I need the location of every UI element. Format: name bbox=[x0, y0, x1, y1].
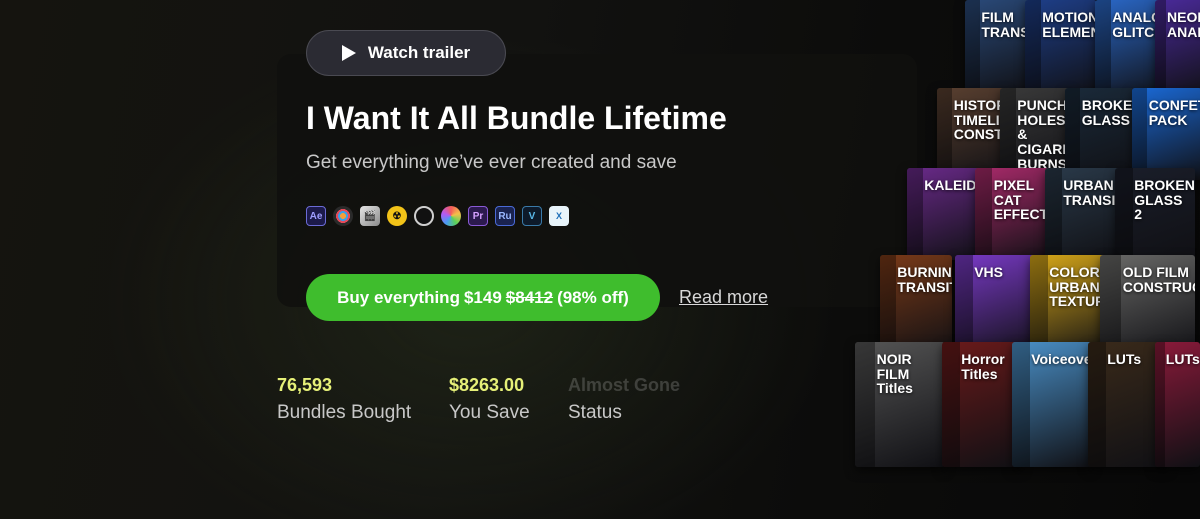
box-title: NEON ANALOG bbox=[1167, 9, 1200, 40]
box-spine bbox=[855, 342, 875, 467]
product-box: LUTs bbox=[1155, 342, 1200, 467]
software-icons: Ae 🎬 ☢ Pr Ru V X bbox=[306, 206, 569, 226]
product-box-stack: FILM TRANSITIONSMOTION ELEMENTSANALOG GL… bbox=[850, 0, 1200, 470]
box-title: PUNCH HOLES & CIGARETTE BURNS bbox=[1017, 97, 1072, 172]
box-spine bbox=[907, 168, 923, 260]
final-cut-pro-icon: 🎬 bbox=[360, 206, 380, 226]
box-title: Voiceover bbox=[1031, 351, 1092, 367]
box-spine bbox=[1095, 0, 1111, 96]
product-box: COLORIZE URBAN TEXTURES bbox=[1030, 255, 1110, 355]
box-spine bbox=[942, 342, 960, 467]
box-title: VHS bbox=[974, 264, 1003, 280]
product-box: BROKEN GLASS 2 bbox=[1115, 168, 1195, 260]
box-title: BROKEN GLASS bbox=[1081, 97, 1135, 128]
box-title: FILM TRANSITIONS bbox=[981, 9, 1033, 40]
product-box: CONFETTI PACK bbox=[1132, 88, 1200, 180]
product-box: PIXEL CAT EFFECTS bbox=[975, 168, 1053, 260]
product-box: Horror Titles bbox=[942, 342, 1022, 467]
page-subtitle: Get everything we’ve ever created and sa… bbox=[306, 152, 677, 173]
stat-bundles-bought: 76,593 Bundles Bought bbox=[277, 375, 411, 424]
box-spine bbox=[1025, 0, 1041, 96]
product-box: OLD FILM CONSTRUCTOR bbox=[1100, 255, 1195, 355]
buy-everything-button[interactable]: Buy everything $149 $8412 (98% off) bbox=[306, 274, 660, 321]
box-spine bbox=[975, 168, 993, 260]
after-effects-icon: Ae bbox=[306, 206, 326, 226]
stat-label: You Save bbox=[449, 402, 530, 423]
box-spine bbox=[1100, 255, 1121, 355]
box-spine bbox=[1000, 88, 1016, 180]
product-box: PUNCH HOLES & CIGARETTE BURNS bbox=[1000, 88, 1072, 180]
xpression-icon: X bbox=[549, 206, 569, 226]
buy-label: Buy everything bbox=[337, 287, 460, 307]
box-title: HISTORY TIMELINE CONSTRUCTOR bbox=[953, 97, 1007, 143]
box-spine bbox=[1065, 88, 1081, 180]
box-title: MOTION ELEMENTS bbox=[1042, 9, 1097, 40]
nuke-icon: ☢ bbox=[387, 206, 407, 226]
box-title: CONFETTI PACK bbox=[1148, 97, 1200, 128]
product-box: HISTORY TIMELINE CONSTRUCTOR bbox=[937, 88, 1007, 180]
stat-label: Bundles Bought bbox=[277, 402, 412, 423]
premiere-pro-icon: Pr bbox=[468, 206, 488, 226]
hero-card bbox=[277, 54, 917, 307]
box-spine bbox=[1012, 342, 1030, 467]
stat-label: Status bbox=[568, 402, 622, 423]
stat-you-save: $8263.00 You Save bbox=[449, 375, 530, 424]
box-spine bbox=[1115, 168, 1133, 260]
box-spine bbox=[1088, 342, 1106, 467]
product-box: NEON ANALOG bbox=[1155, 0, 1200, 96]
watch-trailer-label: Watch trailer bbox=[367, 43, 471, 62]
box-spine bbox=[955, 255, 973, 355]
old-price: $8412 bbox=[505, 287, 554, 307]
box-spine bbox=[1155, 0, 1166, 96]
product-box: VHS bbox=[955, 255, 1035, 355]
box-title: COLORIZE URBAN TEXTURES bbox=[1049, 264, 1110, 310]
box-spine bbox=[1030, 255, 1048, 355]
product-box: FILM TRANSITIONS bbox=[965, 0, 1033, 92]
box-spine bbox=[965, 0, 980, 92]
product-box: MOTION ELEMENTS bbox=[1025, 0, 1097, 96]
box-spine bbox=[1132, 88, 1148, 180]
box-title: NOIR FILM Titles bbox=[876, 351, 913, 397]
box-title: KALEIDOSCOPE bbox=[924, 177, 979, 193]
premiere-rush-icon: Ru bbox=[495, 206, 515, 226]
photos-icon bbox=[441, 206, 461, 226]
davinci-resolve-icon bbox=[333, 206, 353, 226]
box-spine bbox=[937, 88, 953, 180]
box-title: Horror Titles bbox=[961, 351, 1005, 382]
product-box: KALEIDOSCOPE bbox=[907, 168, 979, 260]
stat-value: $8263.00 bbox=[449, 375, 525, 395]
read-more-link[interactable]: Read more bbox=[679, 287, 768, 308]
page-title: I Want It All Bundle Lifetime bbox=[306, 100, 727, 136]
stat-status: Almost Gone Status bbox=[568, 375, 680, 424]
watch-trailer-button[interactable]: Watch trailer bbox=[306, 30, 506, 76]
product-box: Voiceover bbox=[1012, 342, 1092, 467]
stat-value: 76,593 bbox=[277, 375, 333, 395]
box-title: LUTs bbox=[1165, 351, 1200, 367]
vegas-icon: V bbox=[522, 206, 542, 226]
buy-price: $149 bbox=[463, 287, 502, 307]
product-box: BROKEN GLASS bbox=[1065, 88, 1135, 180]
stat-value: Almost Gone bbox=[568, 375, 681, 395]
obs-icon bbox=[414, 206, 434, 226]
product-box: URBAN TRANSITIONS bbox=[1045, 168, 1121, 260]
box-title: BROKEN GLASS 2 bbox=[1134, 177, 1195, 223]
play-icon bbox=[341, 45, 356, 61]
box-title: OLD FILM CONSTRUCTOR bbox=[1122, 264, 1195, 295]
product-box: NOIR FILM Titles bbox=[855, 342, 945, 467]
box-spine bbox=[880, 255, 896, 355]
box-title: URBAN TRANSITIONS bbox=[1063, 177, 1121, 208]
box-title: BURNING TRANSITIONS bbox=[897, 264, 952, 295]
box-spine bbox=[1045, 168, 1062, 260]
discount-label: (98% off) bbox=[557, 287, 629, 307]
product-box: BURNING TRANSITIONS bbox=[880, 255, 952, 355]
box-spine bbox=[1155, 342, 1165, 467]
box-title: PIXEL CAT EFFECTS bbox=[993, 177, 1053, 223]
